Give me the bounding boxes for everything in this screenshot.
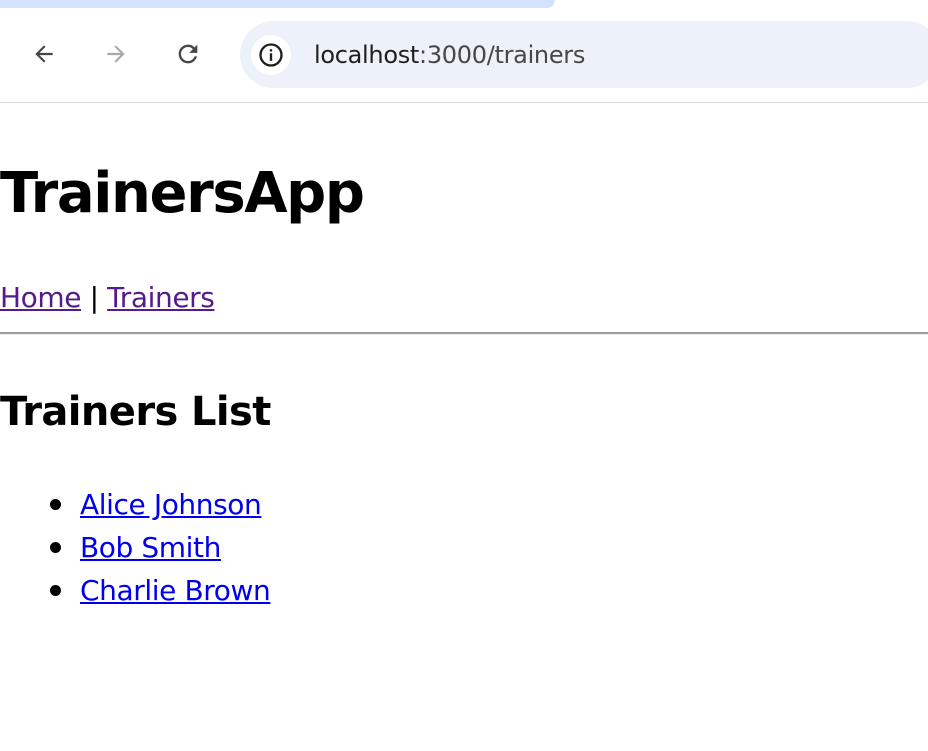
list-item: Alice Johnson — [0, 485, 270, 528]
nav-link-home[interactable]: Home — [0, 281, 81, 314]
divider — [0, 332, 928, 335]
bullet — [50, 585, 61, 596]
url-path: :3000/trainers — [419, 41, 586, 69]
trainer-link-bob-smith[interactable]: Bob Smith — [80, 531, 221, 564]
tab-strip — [0, 0, 555, 8]
list-item: Bob Smith — [0, 528, 270, 571]
app-title: TrainersApp — [0, 161, 365, 226]
arrow-right-icon — [107, 45, 125, 63]
back-button[interactable] — [24, 34, 64, 74]
url-host: localhost — [314, 41, 420, 69]
trainer-link-charlie-brown[interactable]: Charlie Brown — [80, 574, 271, 607]
nav-separator: | — [89, 281, 99, 314]
page-content: TrainersApp Home | Trainers Trainers Lis… — [0, 103, 928, 751]
bullet — [50, 542, 61, 553]
trainer-list: Alice Johnson Bob Smith Charlie Brown — [0, 485, 271, 614]
reload-button[interactable] — [168, 34, 208, 74]
bullet — [50, 499, 61, 510]
list-item: Charlie Brown — [0, 571, 271, 614]
info-icon — [259, 43, 283, 67]
trainer-link-alice-johnson[interactable]: Alice Johnson — [80, 488, 262, 521]
forward-button[interactable] — [96, 34, 136, 74]
reload-icon — [178, 44, 198, 64]
browser-toolbar: localhost:3000/trainers — [0, 0, 928, 103]
list-title: Trainers List — [0, 389, 271, 435]
url-text[interactable]: localhost:3000/trainers — [314, 39, 585, 71]
site-info-button[interactable] — [251, 35, 291, 75]
main-nav: Home | Trainers — [0, 278, 215, 318]
arrow-left-icon — [35, 45, 53, 63]
address-bar[interactable]: localhost:3000/trainers — [240, 21, 928, 88]
nav-link-trainers[interactable]: Trainers — [107, 281, 215, 314]
